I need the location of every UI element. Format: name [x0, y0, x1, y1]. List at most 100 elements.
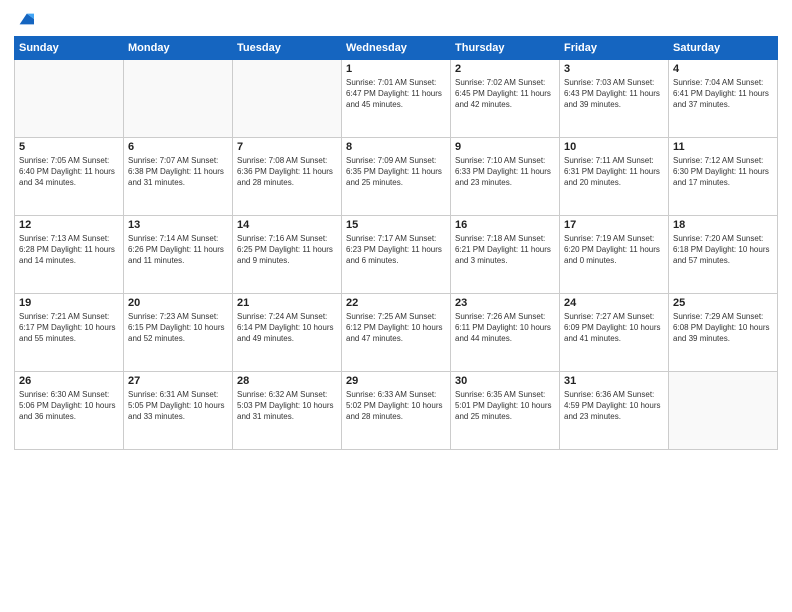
calendar-cell: 15 Sunrise: 7:17 AM Sunset: 6:23 PM Dayli… — [342, 216, 451, 294]
day-number: 5 — [19, 141, 119, 153]
day-number: 28 — [237, 375, 337, 387]
day-number: 10 — [564, 141, 664, 153]
day-info: Sunrise: 7:29 AM Sunset: 6:08 PM Dayligh… — [673, 311, 773, 345]
day-number: 12 — [19, 219, 119, 231]
day-number: 9 — [455, 141, 555, 153]
day-number: 17 — [564, 219, 664, 231]
day-number: 27 — [128, 375, 228, 387]
week-row-1: 1 Sunrise: 7:01 AM Sunset: 6:47 PM Daylig… — [15, 60, 778, 138]
day-number: 15 — [346, 219, 446, 231]
day-info: Sunrise: 7:19 AM Sunset: 6:20 PM Dayligh… — [564, 233, 664, 267]
day-info: Sunrise: 7:12 AM Sunset: 6:30 PM Dayligh… — [673, 155, 773, 189]
calendar-cell — [233, 60, 342, 138]
calendar-cell: 7Sunrise: 7:08 AM Sunset: 6:36 PM Daylig… — [233, 138, 342, 216]
day-number: 8 — [346, 141, 446, 153]
calendar-cell: 20 Sunrise: 7:23 AM Sunset: 6:15 PM Dayli… — [124, 294, 233, 372]
day-info: Sunrise: 7:17 AM Sunset: 6:23 PM Dayligh… — [346, 233, 446, 267]
day-info: Sunrise: 7:21 AM Sunset: 6:17 PM Dayligh… — [19, 311, 119, 345]
day-info: Sunrise: 7:24 AM Sunset: 6:14 PM Dayligh… — [237, 311, 337, 345]
week-row-2: 5 Sunrise: 7:05 AM Sunset: 6:40 PM Daylig… — [15, 138, 778, 216]
calendar-cell: 16 Sunrise: 7:18 AM Sunset: 6:21 PM Dayli… — [451, 216, 560, 294]
day-number: 13 — [128, 219, 228, 231]
calendar-cell: 13 Sunrise: 7:14 AM Sunset: 6:26 PM Dayli… — [124, 216, 233, 294]
calendar-cell: 22 Sunrise: 7:25 AM Sunset: 6:12 PM Dayli… — [342, 294, 451, 372]
day-info: Sunrise: 7:14 AM Sunset: 6:26 PM Dayligh… — [128, 233, 228, 267]
day-info: Sunrise: 6:36 AM Sunset: 4:59 PM Dayligh… — [564, 389, 664, 423]
day-number: 4 — [673, 63, 773, 75]
calendar-cell: 11Sunrise: 7:12 AM Sunset: 6:30 PM Dayli… — [669, 138, 778, 216]
day-number: 16 — [455, 219, 555, 231]
day-info: Sunrise: 7:18 AM Sunset: 6:21 PM Dayligh… — [455, 233, 555, 267]
calendar-cell: 4 Sunrise: 7:04 AM Sunset: 6:41 PM Daylig… — [669, 60, 778, 138]
day-number: 7 — [237, 141, 337, 153]
calendar-cell: 12 Sunrise: 7:13 AM Sunset: 6:28 PM Dayli… — [15, 216, 124, 294]
day-info: Sunrise: 6:35 AM Sunset: 5:01 PM Dayligh… — [455, 389, 555, 423]
day-number: 6 — [128, 141, 228, 153]
day-info: Sunrise: 7:25 AM Sunset: 6:12 PM Dayligh… — [346, 311, 446, 345]
calendar-cell: 5 Sunrise: 7:05 AM Sunset: 6:40 PM Daylig… — [15, 138, 124, 216]
day-number: 29 — [346, 375, 446, 387]
day-number: 24 — [564, 297, 664, 309]
col-header-sunday: Sunday — [15, 37, 124, 60]
day-info: Sunrise: 7:04 AM Sunset: 6:41 PM Dayligh… — [673, 77, 773, 111]
calendar-cell: 23 Sunrise: 7:26 AM Sunset: 6:11 PM Dayli… — [451, 294, 560, 372]
calendar-cell: 30Sunrise: 6:35 AM Sunset: 5:01 PM Dayli… — [451, 372, 560, 450]
calendar-table: SundayMondayTuesdayWednesdayThursdayFrid… — [14, 36, 778, 450]
calendar-cell: 1 Sunrise: 7:01 AM Sunset: 6:47 PM Daylig… — [342, 60, 451, 138]
day-info: Sunrise: 6:30 AM Sunset: 5:06 PM Dayligh… — [19, 389, 119, 423]
calendar-cell — [15, 60, 124, 138]
day-info: Sunrise: 7:16 AM Sunset: 6:25 PM Dayligh… — [237, 233, 337, 267]
col-header-wednesday: Wednesday — [342, 37, 451, 60]
calendar-cell — [124, 60, 233, 138]
day-number: 26 — [19, 375, 119, 387]
day-number: 20 — [128, 297, 228, 309]
calendar-cell: 21 Sunrise: 7:24 AM Sunset: 6:14 PM Dayli… — [233, 294, 342, 372]
page-header — [14, 10, 778, 28]
day-number: 14 — [237, 219, 337, 231]
day-number: 21 — [237, 297, 337, 309]
calendar-cell: 24 Sunrise: 7:27 AM Sunset: 6:09 PM Dayli… — [560, 294, 669, 372]
day-info: Sunrise: 7:13 AM Sunset: 6:28 PM Dayligh… — [19, 233, 119, 267]
logo-icon — [16, 10, 34, 28]
calendar-cell: 9Sunrise: 7:10 AM Sunset: 6:33 PM Daylig… — [451, 138, 560, 216]
calendar-cell — [669, 372, 778, 450]
calendar-cell: 14 Sunrise: 7:16 AM Sunset: 6:25 PM Dayli… — [233, 216, 342, 294]
day-number: 25 — [673, 297, 773, 309]
col-header-saturday: Saturday — [669, 37, 778, 60]
day-info: Sunrise: 6:32 AM Sunset: 5:03 PM Dayligh… — [237, 389, 337, 423]
day-info: Sunrise: 7:07 AM Sunset: 6:38 PM Dayligh… — [128, 155, 228, 189]
day-number: 18 — [673, 219, 773, 231]
calendar-cell: 6 Sunrise: 7:07 AM Sunset: 6:38 PM Daylig… — [124, 138, 233, 216]
day-number: 23 — [455, 297, 555, 309]
calendar-cell: 18 Sunrise: 7:20 AM Sunset: 6:18 PM Dayli… — [669, 216, 778, 294]
calendar-cell: 27 Sunrise: 6:31 AM Sunset: 5:05 PM Dayli… — [124, 372, 233, 450]
day-info: Sunrise: 7:05 AM Sunset: 6:40 PM Dayligh… — [19, 155, 119, 189]
calendar-cell: 25 Sunrise: 7:29 AM Sunset: 6:08 PM Dayli… — [669, 294, 778, 372]
calendar-cell: 19Sunrise: 7:21 AM Sunset: 6:17 PM Dayli… — [15, 294, 124, 372]
week-row-4: 19Sunrise: 7:21 AM Sunset: 6:17 PM Dayli… — [15, 294, 778, 372]
day-info: Sunrise: 6:33 AM Sunset: 5:02 PM Dayligh… — [346, 389, 446, 423]
week-row-3: 12 Sunrise: 7:13 AM Sunset: 6:28 PM Dayli… — [15, 216, 778, 294]
day-number: 1 — [346, 63, 446, 75]
col-header-thursday: Thursday — [451, 37, 560, 60]
day-number: 2 — [455, 63, 555, 75]
calendar-cell: 3 Sunrise: 7:03 AM Sunset: 6:43 PM Daylig… — [560, 60, 669, 138]
day-number: 22 — [346, 297, 446, 309]
day-info: Sunrise: 7:02 AM Sunset: 6:45 PM Dayligh… — [455, 77, 555, 111]
day-info: Sunrise: 7:23 AM Sunset: 6:15 PM Dayligh… — [128, 311, 228, 345]
col-header-tuesday: Tuesday — [233, 37, 342, 60]
day-info: Sunrise: 7:26 AM Sunset: 6:11 PM Dayligh… — [455, 311, 555, 345]
calendar-cell: 17 Sunrise: 7:19 AM Sunset: 6:20 PM Dayli… — [560, 216, 669, 294]
calendar-cell: 26 Sunrise: 6:30 AM Sunset: 5:06 PM Dayli… — [15, 372, 124, 450]
day-info: Sunrise: 7:27 AM Sunset: 6:09 PM Dayligh… — [564, 311, 664, 345]
calendar-cell: 31 Sunrise: 6:36 AM Sunset: 4:59 PM Dayli… — [560, 372, 669, 450]
day-info: Sunrise: 7:20 AM Sunset: 6:18 PM Dayligh… — [673, 233, 773, 267]
day-number: 3 — [564, 63, 664, 75]
day-info: Sunrise: 7:03 AM Sunset: 6:43 PM Dayligh… — [564, 77, 664, 111]
day-number: 31 — [564, 375, 664, 387]
day-info: Sunrise: 7:11 AM Sunset: 6:31 PM Dayligh… — [564, 155, 664, 189]
col-header-monday: Monday — [124, 37, 233, 60]
day-info: Sunrise: 6:31 AM Sunset: 5:05 PM Dayligh… — [128, 389, 228, 423]
calendar-cell: 8Sunrise: 7:09 AM Sunset: 6:35 PM Daylig… — [342, 138, 451, 216]
day-info: Sunrise: 7:01 AM Sunset: 6:47 PM Dayligh… — [346, 77, 446, 111]
